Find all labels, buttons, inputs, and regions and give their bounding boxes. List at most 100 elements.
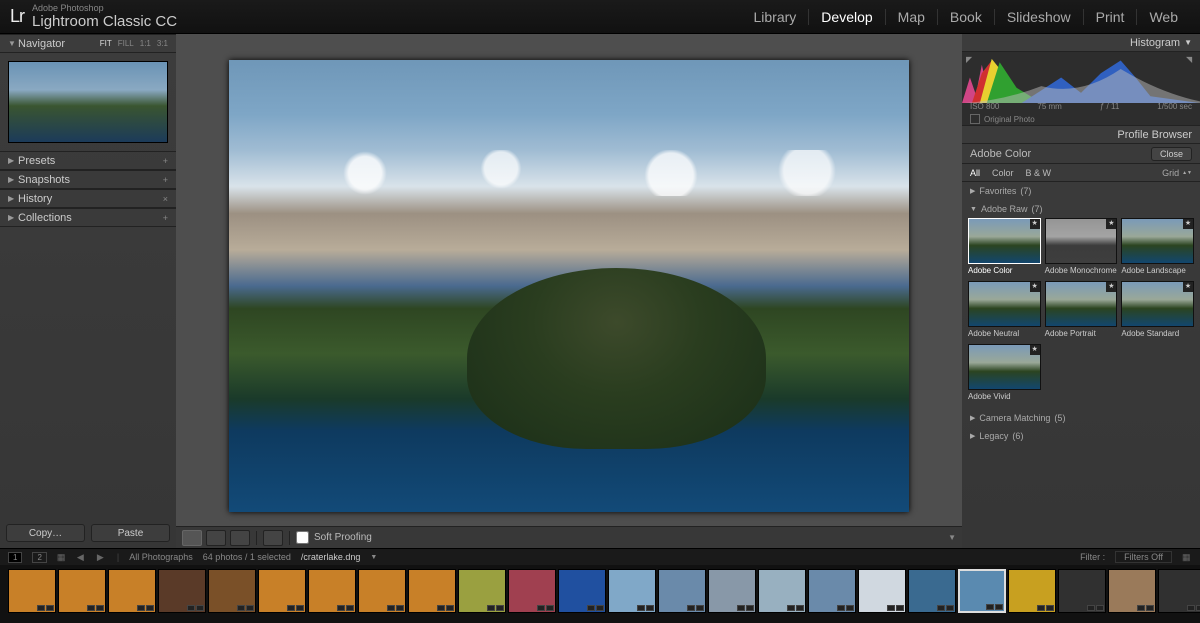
section-label: Adobe Raw	[981, 204, 1028, 214]
profile-adobe-vivid[interactable]: ★Adobe Vivid	[968, 344, 1041, 403]
filmstrip[interactable]	[0, 565, 1200, 623]
filmstrip-thumb[interactable]	[858, 569, 906, 613]
filmstrip-thumb[interactable]	[708, 569, 756, 613]
shadow-clip-icon[interactable]: ◤	[966, 55, 976, 63]
favorite-star-icon[interactable]: ★	[1183, 219, 1193, 229]
filter-all[interactable]: All	[970, 168, 980, 178]
filter-color[interactable]: Color	[992, 168, 1014, 178]
paste-button[interactable]: Paste	[91, 524, 170, 542]
loupe-view-button[interactable]	[182, 530, 202, 546]
toolbar-more-icon[interactable]: ▼	[948, 533, 956, 542]
filmstrip-thumb[interactable]	[1108, 569, 1156, 613]
filmstrip-thumb[interactable]	[258, 569, 306, 613]
filmstrip-thumb[interactable]	[558, 569, 606, 613]
lock-icon[interactable]: ▦	[1182, 552, 1192, 563]
compare-view-button[interactable]	[206, 530, 226, 546]
favorite-star-icon[interactable]: ★	[1030, 345, 1040, 355]
filmstrip-thumb[interactable]	[808, 569, 856, 613]
soft-proofing-checkbox[interactable]	[296, 531, 309, 544]
ref-view-button[interactable]	[263, 530, 283, 546]
chevron-right-icon: ▶	[8, 156, 18, 165]
favorite-star-icon[interactable]: ★	[1030, 282, 1040, 292]
histogram-header[interactable]: Histogram▼	[962, 34, 1200, 52]
filmstrip-thumb[interactable]	[1008, 569, 1056, 613]
close-button[interactable]: Close	[1151, 147, 1192, 161]
shutter-value: 1/500 sec	[1157, 102, 1192, 111]
profile-adobe-standard[interactable]: ★Adobe Standard	[1121, 281, 1194, 340]
filmstrip-thumb[interactable]	[458, 569, 506, 613]
copy-button[interactable]: Copy…	[6, 524, 85, 542]
filmstrip-thumb[interactable]	[8, 569, 56, 613]
filmstrip-thumb[interactable]	[658, 569, 706, 613]
zoom-fill[interactable]: FILL	[118, 39, 134, 48]
panel-action-icon[interactable]: +	[163, 156, 168, 166]
highlight-clip-icon[interactable]: ◥	[1186, 55, 1196, 63]
profile-adobe-landscape[interactable]: ★Adobe Landscape	[1121, 218, 1194, 277]
filter-bw[interactable]: B & W	[1026, 168, 1052, 178]
favorite-star-icon[interactable]: ★	[1106, 219, 1116, 229]
profile-browser-header[interactable]: Profile Browser	[962, 126, 1200, 144]
original-photo-toggle[interactable]: Original Photo	[970, 114, 1035, 124]
filmstrip-thumb[interactable]	[908, 569, 956, 613]
filmstrip-thumb[interactable]	[58, 569, 106, 613]
filmstrip-thumb[interactable]	[408, 569, 456, 613]
zoom-levels[interactable]: FIT FILL 1:1 3:1	[100, 39, 168, 48]
grid-icon[interactable]: ▦	[57, 552, 67, 563]
zoom-1:1[interactable]: 1:1	[140, 39, 151, 48]
module-book[interactable]: Book	[938, 9, 995, 25]
panel-history[interactable]: ▶History×	[0, 189, 176, 208]
module-slideshow[interactable]: Slideshow	[995, 9, 1084, 25]
filmstrip-thumb[interactable]	[958, 569, 1006, 613]
module-map[interactable]: Map	[886, 9, 938, 25]
monitor-1-button[interactable]: 1	[8, 552, 22, 563]
panel-snapshots[interactable]: ▶Snapshots+	[0, 170, 176, 189]
module-print[interactable]: Print	[1084, 9, 1138, 25]
zoom-3:1[interactable]: 3:1	[157, 39, 168, 48]
filmstrip-thumb[interactable]	[108, 569, 156, 613]
filmstrip-thumb[interactable]	[158, 569, 206, 613]
favorite-star-icon[interactable]: ★	[1030, 219, 1040, 229]
favorites-section[interactable]: ▶ Favorites (7)	[962, 182, 1200, 200]
filmstrip-thumb[interactable]	[508, 569, 556, 613]
favorite-star-icon[interactable]: ★	[1183, 282, 1193, 292]
panel-action-icon[interactable]: +	[163, 213, 168, 223]
monitor-2-button[interactable]: 2	[32, 552, 46, 563]
panel-collections[interactable]: ▶Collections+	[0, 208, 176, 227]
legacy-section[interactable]: ▶ Legacy (6)	[962, 427, 1200, 445]
filmstrip-thumb[interactable]	[1058, 569, 1106, 613]
navigator-preview[interactable]	[8, 61, 168, 143]
panel-action-icon[interactable]: ×	[163, 194, 168, 204]
filmstrip-thumb[interactable]	[608, 569, 656, 613]
zoom-fit[interactable]: FIT	[100, 39, 112, 48]
module-library[interactable]: Library	[742, 9, 810, 25]
filter-dropdown[interactable]: Filters Off	[1115, 551, 1172, 563]
profile-adobe-color[interactable]: ★Adobe Color	[968, 218, 1041, 277]
histogram[interactable]: ◤ ◥ ISO 800 75 mm ƒ / 11 1/500 sec Origi…	[962, 52, 1200, 126]
breadcrumb[interactable]: All Photographs	[129, 552, 193, 562]
filmstrip-thumb[interactable]	[308, 569, 356, 613]
soft-proofing-toggle[interactable]: Soft Proofing	[296, 531, 372, 544]
nav-back-icon[interactable]: ◀	[77, 552, 87, 563]
image-viewport[interactable]	[176, 34, 962, 526]
filmstrip-thumb[interactable]	[1158, 569, 1200, 613]
thumb-badges	[87, 605, 104, 611]
adobe-raw-section[interactable]: ▼ Adobe Raw (7)	[962, 200, 1200, 218]
main-photo	[229, 60, 909, 512]
favorite-star-icon[interactable]: ★	[1106, 282, 1116, 292]
grid-view-toggle[interactable]: Grid▲▼	[1162, 168, 1192, 178]
module-develop[interactable]: Develop	[809, 9, 885, 25]
filmstrip-thumb[interactable]	[758, 569, 806, 613]
current-profile-name: Adobe Color	[970, 148, 1031, 160]
filmstrip-thumb[interactable]	[208, 569, 256, 613]
panel-action-icon[interactable]: +	[163, 175, 168, 185]
camera-matching-section[interactable]: ▶ Camera Matching (5)	[962, 409, 1200, 427]
filmstrip-thumb[interactable]	[358, 569, 406, 613]
profile-adobe-monochrome[interactable]: ★Adobe Monochrome	[1045, 218, 1118, 277]
nav-fwd-icon[interactable]: ▶	[97, 552, 107, 563]
profile-adobe-portrait[interactable]: ★Adobe Portrait	[1045, 281, 1118, 340]
navigator-header[interactable]: ▼ Navigator FITFILL1:13:1	[0, 34, 176, 53]
profile-adobe-neutral[interactable]: ★Adobe Neutral	[968, 281, 1041, 340]
panel-presets[interactable]: ▶Presets+	[0, 151, 176, 170]
before-after-button[interactable]	[230, 530, 250, 546]
module-web[interactable]: Web	[1137, 9, 1190, 25]
